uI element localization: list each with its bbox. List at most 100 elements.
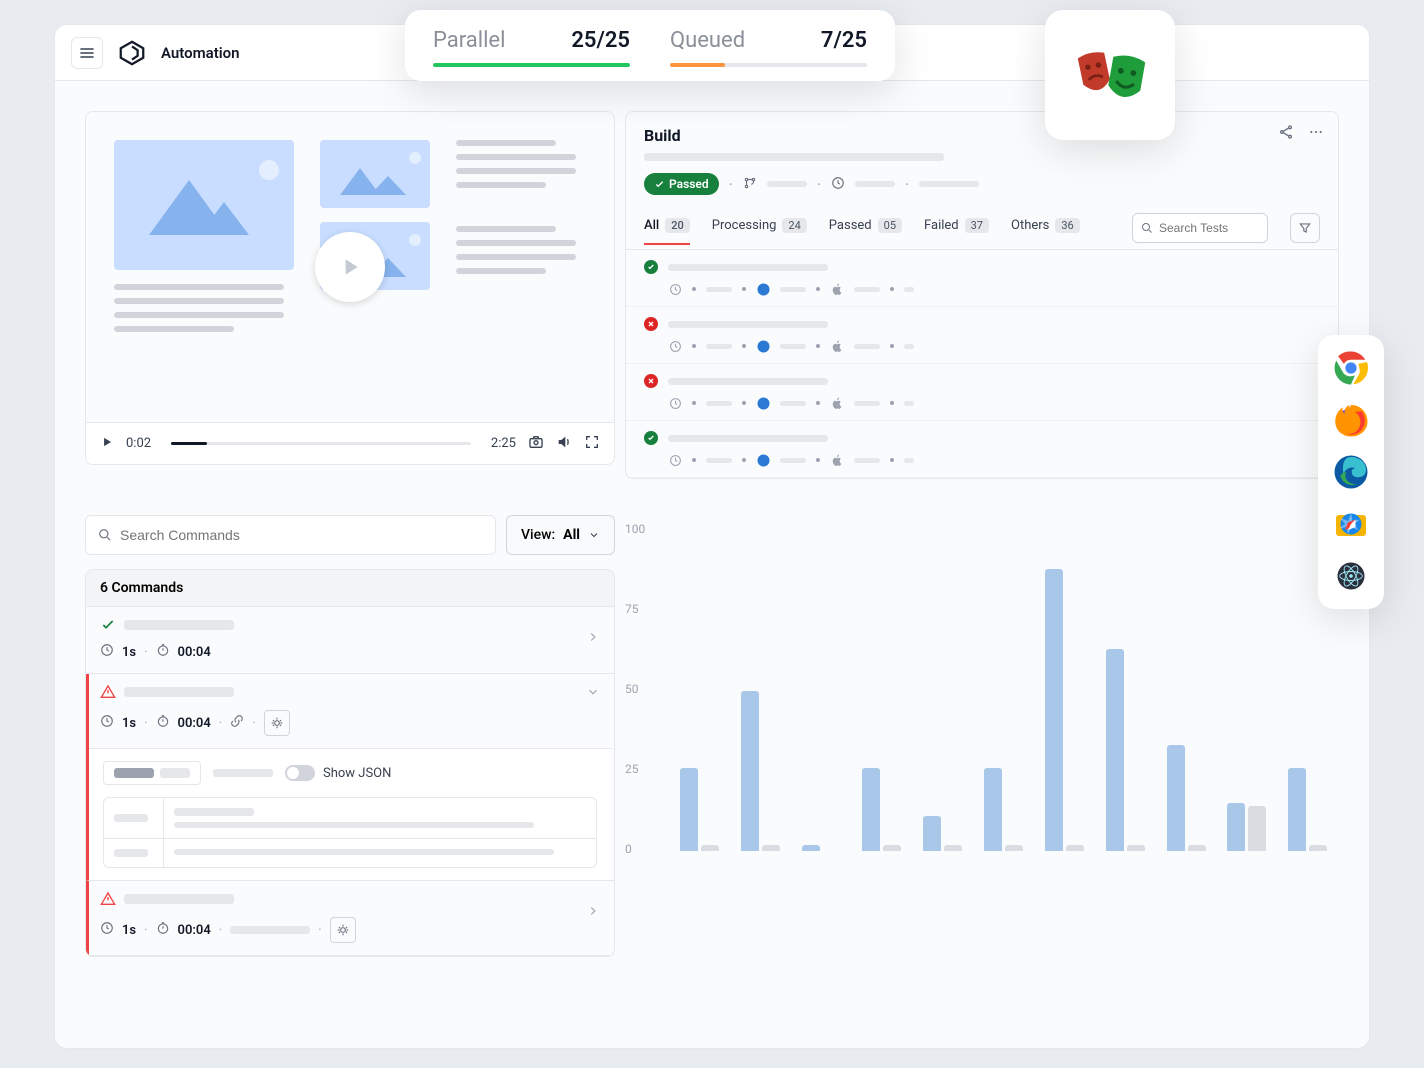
browser-dot-icon	[756, 339, 770, 353]
thumbnail-large	[114, 140, 294, 270]
chart-bar	[1005, 845, 1023, 851]
y-tick-label: 25	[625, 762, 639, 776]
view-value: All	[563, 527, 580, 543]
commands-panel: 6 Commands 1s · 00:04	[85, 569, 615, 957]
commands-search-row: View: All	[85, 515, 615, 555]
collapse-toggle[interactable]	[586, 684, 600, 703]
volume-button[interactable]	[556, 434, 572, 454]
fullscreen-button[interactable]	[584, 434, 600, 454]
chart-bar	[862, 768, 880, 851]
chart-bar	[1127, 845, 1145, 851]
view-filter-button[interactable]: View: All	[506, 515, 615, 555]
build-title: Build	[644, 126, 1320, 145]
chart-bar	[802, 845, 820, 851]
fail-icon	[644, 317, 658, 331]
popover-progress	[670, 63, 867, 67]
commands-search[interactable]	[85, 515, 496, 555]
apple-icon	[830, 396, 844, 410]
debug-button[interactable]	[330, 917, 356, 943]
play-icon	[337, 254, 363, 280]
json-toggle[interactable]: Show JSON	[285, 765, 391, 781]
search-icon	[98, 528, 112, 542]
command-row[interactable]: 1s · 00:04	[86, 607, 614, 674]
app-frame: Automation	[55, 25, 1369, 1048]
edge-icon[interactable]	[1332, 453, 1370, 491]
command-duration: 1s	[122, 716, 136, 731]
video-total-time: 2:25	[491, 436, 516, 451]
chart: 0255075100	[625, 519, 1339, 869]
filter-button[interactable]	[1290, 213, 1320, 243]
firefox-icon[interactable]	[1332, 401, 1370, 439]
expand-toggle[interactable]	[586, 629, 600, 648]
chart-bar	[741, 691, 759, 851]
share-button[interactable]	[1278, 124, 1294, 144]
left-column: 0:02 2:25 View: All	[55, 81, 615, 1048]
video-seek-bar[interactable]	[171, 442, 471, 445]
tab-failed[interactable]: Failed37	[924, 218, 989, 245]
chart-bar	[680, 768, 698, 851]
topbar-title: Automation	[161, 44, 240, 62]
clock-icon	[668, 453, 682, 467]
safari-icon[interactable]	[1332, 505, 1370, 543]
commands-search-input[interactable]	[120, 527, 483, 543]
debug-button[interactable]	[264, 710, 290, 736]
test-row[interactable]	[626, 307, 1338, 364]
popover-metric-label: Parallel	[433, 28, 505, 53]
chart-bar	[1309, 845, 1327, 851]
search-icon	[1141, 222, 1153, 234]
test-row[interactable]	[626, 364, 1338, 421]
fail-icon	[644, 374, 658, 388]
right-column: Build Passed · ·	[615, 81, 1369, 1048]
command-timestamp: 00:04	[178, 645, 211, 660]
link-icon[interactable]	[230, 714, 244, 732]
apple-icon	[830, 282, 844, 296]
pass-icon	[644, 431, 658, 445]
test-list	[626, 250, 1338, 478]
command-duration: 1s	[122, 645, 136, 660]
camera-button[interactable]	[528, 434, 544, 454]
theater-masks-card	[1045, 10, 1175, 140]
tab-others[interactable]: Others36	[1011, 218, 1080, 245]
apple-icon	[830, 453, 844, 467]
command-expanded-body: Show JSON	[89, 748, 611, 880]
expand-toggle[interactable]	[586, 903, 600, 922]
video-current-time: 0:02	[126, 436, 151, 451]
chart-bar	[1227, 803, 1245, 851]
test-row[interactable]	[626, 250, 1338, 307]
command-row[interactable]: 1s · 00:04 · ·	[86, 674, 614, 881]
tab-processing[interactable]: Processing24	[712, 218, 807, 245]
popover-metric-label: Queued	[670, 28, 745, 53]
play-button[interactable]	[315, 232, 385, 302]
chart-bar	[1045, 569, 1063, 851]
command-details-table	[103, 797, 597, 868]
tab-all[interactable]: All20	[644, 218, 690, 245]
play-small-button[interactable]	[100, 434, 114, 453]
test-row[interactable]	[626, 421, 1338, 478]
build-tabs: All20 Processing24 Passed05 Failed37 Others3…	[626, 205, 1338, 250]
more-button[interactable]	[1308, 124, 1324, 144]
chrome-icon[interactable]	[1332, 349, 1370, 387]
branch-icon	[743, 175, 757, 194]
chart-bar	[1288, 768, 1306, 851]
chart-bar	[1188, 845, 1206, 851]
build-header: Build Passed · ·	[626, 112, 1338, 205]
thumbnail-small	[320, 140, 430, 208]
pass-icon	[644, 260, 658, 274]
stopwatch-icon	[156, 643, 170, 661]
command-row[interactable]: 1s · 00:04 · ·	[86, 881, 614, 956]
clock-icon	[668, 339, 682, 353]
clock-icon	[668, 396, 682, 410]
queue-popover: Parallel25/25Queued7/25	[405, 10, 895, 81]
warning-icon	[100, 891, 116, 907]
chart-bar	[944, 845, 962, 851]
search-tests[interactable]	[1132, 213, 1268, 243]
clock-icon	[668, 282, 682, 296]
popover-metric-value: 7/25	[821, 28, 867, 53]
video-controls: 0:02 2:25	[86, 422, 614, 464]
tab-passed[interactable]: Passed05	[829, 218, 902, 245]
electron-icon[interactable]	[1332, 557, 1370, 595]
command-timestamp: 00:04	[178, 923, 211, 938]
search-tests-input[interactable]	[1159, 221, 1259, 235]
view-label: View:	[521, 527, 555, 543]
hamburger-menu[interactable]	[71, 37, 103, 69]
